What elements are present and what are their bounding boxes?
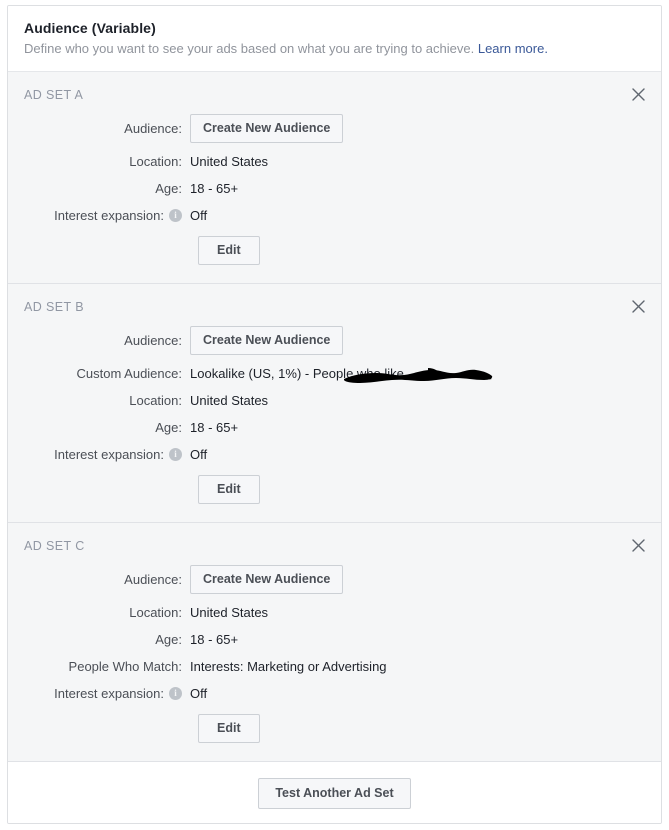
edit-button[interactable]: Edit	[198, 236, 260, 265]
create-new-audience-button[interactable]: Create New Audience	[190, 326, 344, 355]
info-icon[interactable]: i	[169, 209, 182, 222]
adset-c-header: AD SET C	[8, 537, 661, 555]
adset-b-custom-audience-value: Lookalike (US, 1%) - People who like	[190, 365, 493, 383]
adset-a-interest-label-text: Interest expansion:	[54, 208, 164, 223]
adset-a-header: AD SET A	[8, 86, 661, 104]
close-icon[interactable]	[627, 534, 649, 556]
adset-c-interest-label: Interest expansion: i	[8, 685, 190, 702]
adset-b-location-row: Location: United States	[8, 390, 661, 411]
close-icon[interactable]	[627, 295, 649, 317]
adset-c-title: AD SET C	[24, 539, 85, 553]
page-title: Audience (Variable)	[24, 20, 156, 36]
adset-c-age-value: 18 - 65+	[190, 632, 239, 647]
adset-c-people-match-row: People Who Match: Interests: Marketing o…	[8, 656, 661, 677]
adset-a-interest-value: Off	[190, 208, 208, 223]
adset-sections: AD SET A Audience: Create New Audience L…	[8, 72, 661, 761]
card-header: Audience (Variable) Define who you want …	[8, 6, 661, 72]
adset-c-location-label: Location:	[129, 605, 182, 620]
adset-a-edit-wrap: Edit	[198, 236, 661, 265]
adset-c-interest-label-text: Interest expansion:	[54, 686, 164, 701]
page-root: Audience (Variable) Define who you want …	[0, 0, 669, 830]
adset-b-interest-label: Interest expansion: i	[8, 446, 190, 463]
adset-a-location-row: Location: United States	[8, 151, 661, 172]
card-description-text: Define who you want to see your ads base…	[24, 41, 475, 56]
test-another-ad-set-button[interactable]: Test Another Ad Set	[258, 778, 411, 809]
adset-b-edit-wrap: Edit	[198, 475, 661, 504]
adset-b-interest-row: Interest expansion: i Off	[8, 444, 661, 465]
adset-c-interest-row: Interest expansion: i Off	[8, 683, 661, 704]
adset-a: AD SET A Audience: Create New Audience L…	[8, 72, 661, 284]
adset-a-audience-value: Create New Audience	[190, 114, 344, 143]
adset-a-age-row: Age: 18 - 65+	[8, 178, 661, 199]
adset-b-interest-value: Off	[190, 447, 208, 462]
adset-b-custom-audience-text: Lookalike (US, 1%) - People who like	[190, 366, 404, 381]
edit-button[interactable]: Edit	[198, 475, 260, 504]
adset-b-header: AD SET B	[8, 298, 661, 316]
adset-b-age-label: Age:	[155, 420, 182, 435]
adset-a-age-value: 18 - 65+	[190, 181, 239, 196]
adset-a-audience-row: Audience: Create New Audience	[8, 114, 661, 143]
adset-b-title: AD SET B	[24, 300, 84, 314]
info-icon[interactable]: i	[169, 687, 182, 700]
learn-more-link[interactable]: Learn more.	[478, 41, 548, 56]
adset-b-custom-audience-row: Custom Audience: Lookalike (US, 1%) - Pe…	[8, 363, 661, 384]
adset-c: AD SET C Audience: Create New Audience L…	[8, 523, 661, 761]
adset-c-age-label: Age:	[155, 632, 182, 647]
adset-a-title: AD SET A	[24, 88, 84, 102]
adset-c-people-match-label: People Who Match:	[68, 659, 182, 674]
adset-b-audience-row: Audience: Create New Audience	[8, 326, 661, 355]
adset-c-edit-wrap: Edit	[198, 714, 661, 743]
adset-b-location-value: United States	[190, 393, 269, 408]
adset-b-audience-value: Create New Audience	[190, 326, 344, 355]
adset-b-custom-audience-label: Custom Audience:	[76, 366, 182, 381]
adset-c-location-value: United States	[190, 605, 269, 620]
adset-c-audience-row: Audience: Create New Audience	[8, 565, 661, 594]
adset-c-age-row: Age: 18 - 65+	[8, 629, 661, 650]
adset-a-location-label: Location:	[129, 154, 182, 169]
adset-c-interest-value: Off	[190, 686, 208, 701]
close-icon[interactable]	[627, 83, 649, 105]
adset-b-interest-label-text: Interest expansion:	[54, 447, 164, 462]
edit-button[interactable]: Edit	[198, 714, 260, 743]
adset-a-location-value: United States	[190, 154, 269, 169]
adset-b-age-value: 18 - 65+	[190, 420, 239, 435]
adset-c-audience-label: Audience:	[124, 572, 182, 587]
adset-c-people-match-value: Interests: Marketing or Advertising	[190, 659, 387, 674]
adset-b-age-row: Age: 18 - 65+	[8, 417, 661, 438]
info-icon[interactable]: i	[169, 448, 182, 461]
adset-c-location-row: Location: United States	[8, 602, 661, 623]
adset-a-age-label: Age:	[155, 181, 182, 196]
adset-c-audience-value: Create New Audience	[190, 565, 344, 594]
card-description: Define who you want to see your ads base…	[24, 40, 645, 57]
adset-a-interest-label: Interest expansion: i	[8, 207, 190, 224]
audience-card: Audience (Variable) Define who you want …	[7, 5, 662, 824]
adset-a-interest-row: Interest expansion: i Off	[8, 205, 661, 226]
adset-b: AD SET B Audience: Create New Audience C…	[8, 284, 661, 523]
card-footer: Test Another Ad Set	[8, 761, 661, 823]
adset-b-location-label: Location:	[129, 393, 182, 408]
create-new-audience-button[interactable]: Create New Audience	[190, 114, 344, 143]
adset-b-audience-label: Audience:	[124, 333, 182, 348]
adset-a-audience-label: Audience:	[124, 121, 182, 136]
create-new-audience-button[interactable]: Create New Audience	[190, 565, 344, 594]
